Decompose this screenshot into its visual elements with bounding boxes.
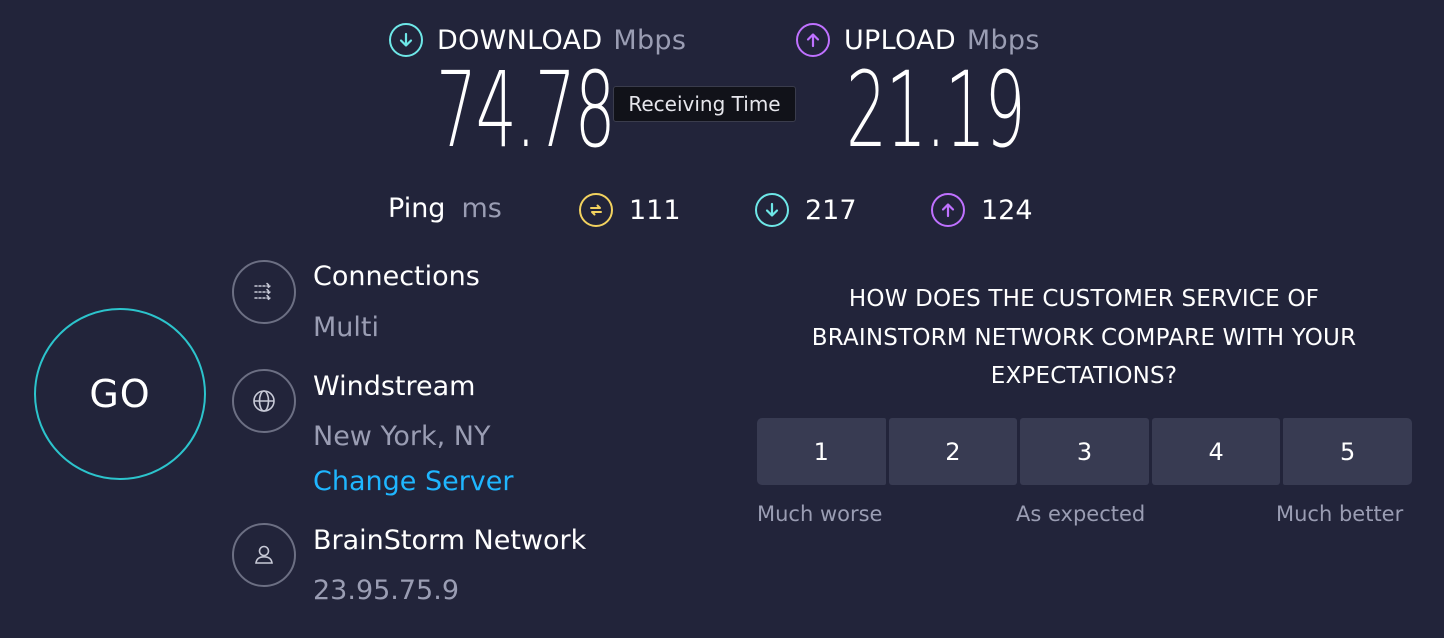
receiving-time-tooltip: Receiving Time [613,86,796,122]
provider-ip: 23.95.75.9 [313,575,459,606]
scale-label-low: Much worse [757,502,883,526]
survey-question: HOW DOES THE CUSTOMER SERVICE OF BRAINST… [760,280,1408,396]
ping-unit: ms [461,193,502,224]
ping-upload-value: 124 [981,194,1033,226]
globe-icon [232,369,296,433]
rating-button-1[interactable]: 1 [757,418,886,485]
connections-value: Multi [313,312,379,343]
rating-button-4[interactable]: 4 [1151,418,1281,485]
rating-scale: 1 2 3 4 5 [757,418,1412,485]
arrow-up-circle-icon [931,193,965,227]
rating-button-3[interactable]: 3 [1020,418,1149,485]
scale-label-mid: As expected [1016,502,1146,526]
change-server-link[interactable]: Change Server [313,466,514,497]
connections-title: Connections [313,261,480,292]
rating-button-2[interactable]: 2 [888,418,1018,485]
ping-idle-icon [579,193,613,227]
arrow-down-circle-icon [389,23,423,57]
download-unit: Mbps [613,24,687,56]
scale-label-high: Much better [1276,502,1404,526]
ping-idle: 111 [579,191,681,229]
ping-download-value: 217 [805,194,857,226]
ping-label-group: Ping ms [388,193,502,224]
connections-icon[interactable] [232,260,296,324]
survey-question-line: HOW DOES THE CUSTOMER SERVICE OF [848,286,1320,312]
ping-download: 217 [755,191,857,229]
provider-name: BrainStorm Network [313,525,587,556]
server-name: Windstream [313,371,476,402]
download-value: 74.78 [436,49,616,171]
rating-button-5[interactable]: 5 [1283,418,1412,485]
arrow-up-circle-icon [796,23,830,57]
arrow-down-circle-icon [755,193,789,227]
ping-idle-value: 111 [629,194,681,226]
go-button[interactable]: GO [34,308,206,480]
survey-question-line: BRAINSTORM NETWORK COMPARE WITH YOUR [811,324,1357,351]
survey-question-line: EXPECTATIONS? [990,363,1178,389]
user-icon [232,523,296,587]
ping-upload: 124 [931,191,1033,229]
speedtest-page: DOWNLOAD Mbps 74.78 UPLOAD Mbps 21.19 Re… [0,0,1444,638]
server-location: New York, NY [313,421,491,452]
upload-value: 21.19 [846,49,1026,171]
ping-label: Ping [388,193,446,224]
